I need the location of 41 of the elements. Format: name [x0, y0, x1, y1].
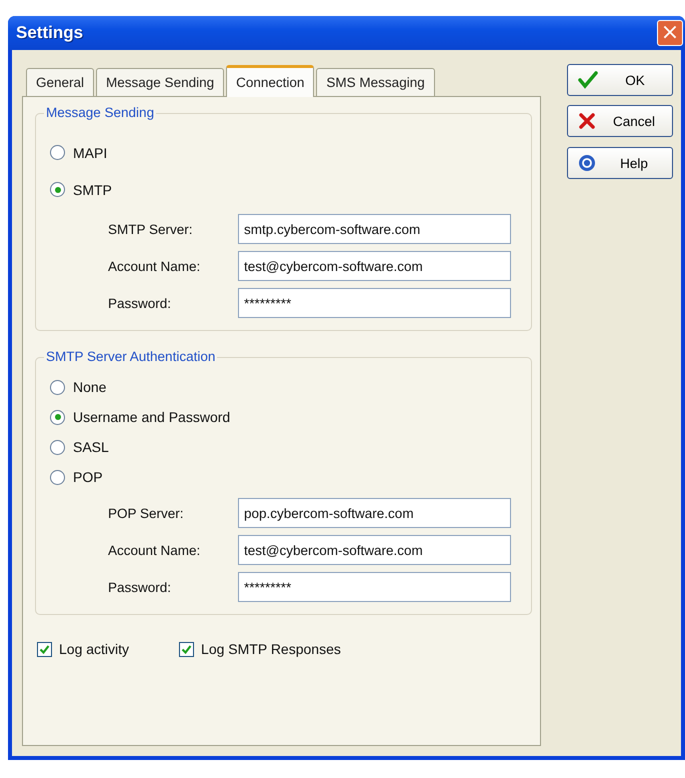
radio-button[interactable] [50, 410, 65, 424]
cross-icon [578, 112, 596, 130]
radio-label: MAPI [73, 144, 108, 160]
field-label: SMTP Server: [108, 222, 194, 236]
checkmark-icon [578, 71, 598, 89]
field-label: Account Name: [108, 542, 202, 558]
ok-button[interactable]: OK [567, 64, 673, 96]
window-title: Settings [16, 23, 84, 43]
radio-label: None [73, 379, 106, 395]
checkbox-label: Log SMTP Responses [201, 641, 341, 657]
field-label: Account Name: [108, 258, 202, 274]
input-field[interactable]: test@cybercom-software.com [238, 251, 511, 281]
group-title: Message Sending [44, 105, 156, 120]
help-icon [578, 154, 596, 172]
radio-label: POP [73, 469, 103, 485]
checkbox-label: Log activity [59, 641, 130, 657]
field-label: POP Server: [108, 506, 185, 520]
input-field[interactable]: pop.cybercom-software.com [238, 498, 511, 528]
radio-label: Username and Password [73, 409, 230, 425]
help-button[interactable]: Help [567, 147, 673, 179]
radio-button[interactable] [50, 380, 65, 394]
field-label: Password: [108, 296, 172, 310]
checkbox[interactable] [179, 642, 194, 656]
radio-button[interactable] [50, 440, 65, 454]
input-field[interactable]: ********* [238, 572, 511, 602]
radio-button[interactable] [50, 182, 65, 197]
tab[interactable]: General [26, 68, 94, 96]
input-field[interactable]: smtp.cybercom-software.com [238, 214, 511, 244]
tab[interactable]: Message Sending [96, 68, 224, 96]
radio-button[interactable] [50, 145, 65, 160]
group-title: SMTP Server Authentication [44, 349, 218, 364]
radio-button[interactable] [50, 470, 65, 484]
field-label: Password: [108, 580, 172, 594]
checkbox[interactable] [37, 642, 52, 656]
input-field[interactable]: test@cybercom-software.com [238, 535, 511, 565]
radio-label: SMTP [73, 182, 112, 198]
cancel-button[interactable]: Cancel [567, 105, 673, 137]
radio-label: SASL [73, 439, 109, 455]
tab[interactable]: Connection [226, 65, 314, 97]
input-field[interactable]: ********* [238, 288, 511, 318]
tab[interactable]: SMS Messaging [316, 68, 435, 96]
